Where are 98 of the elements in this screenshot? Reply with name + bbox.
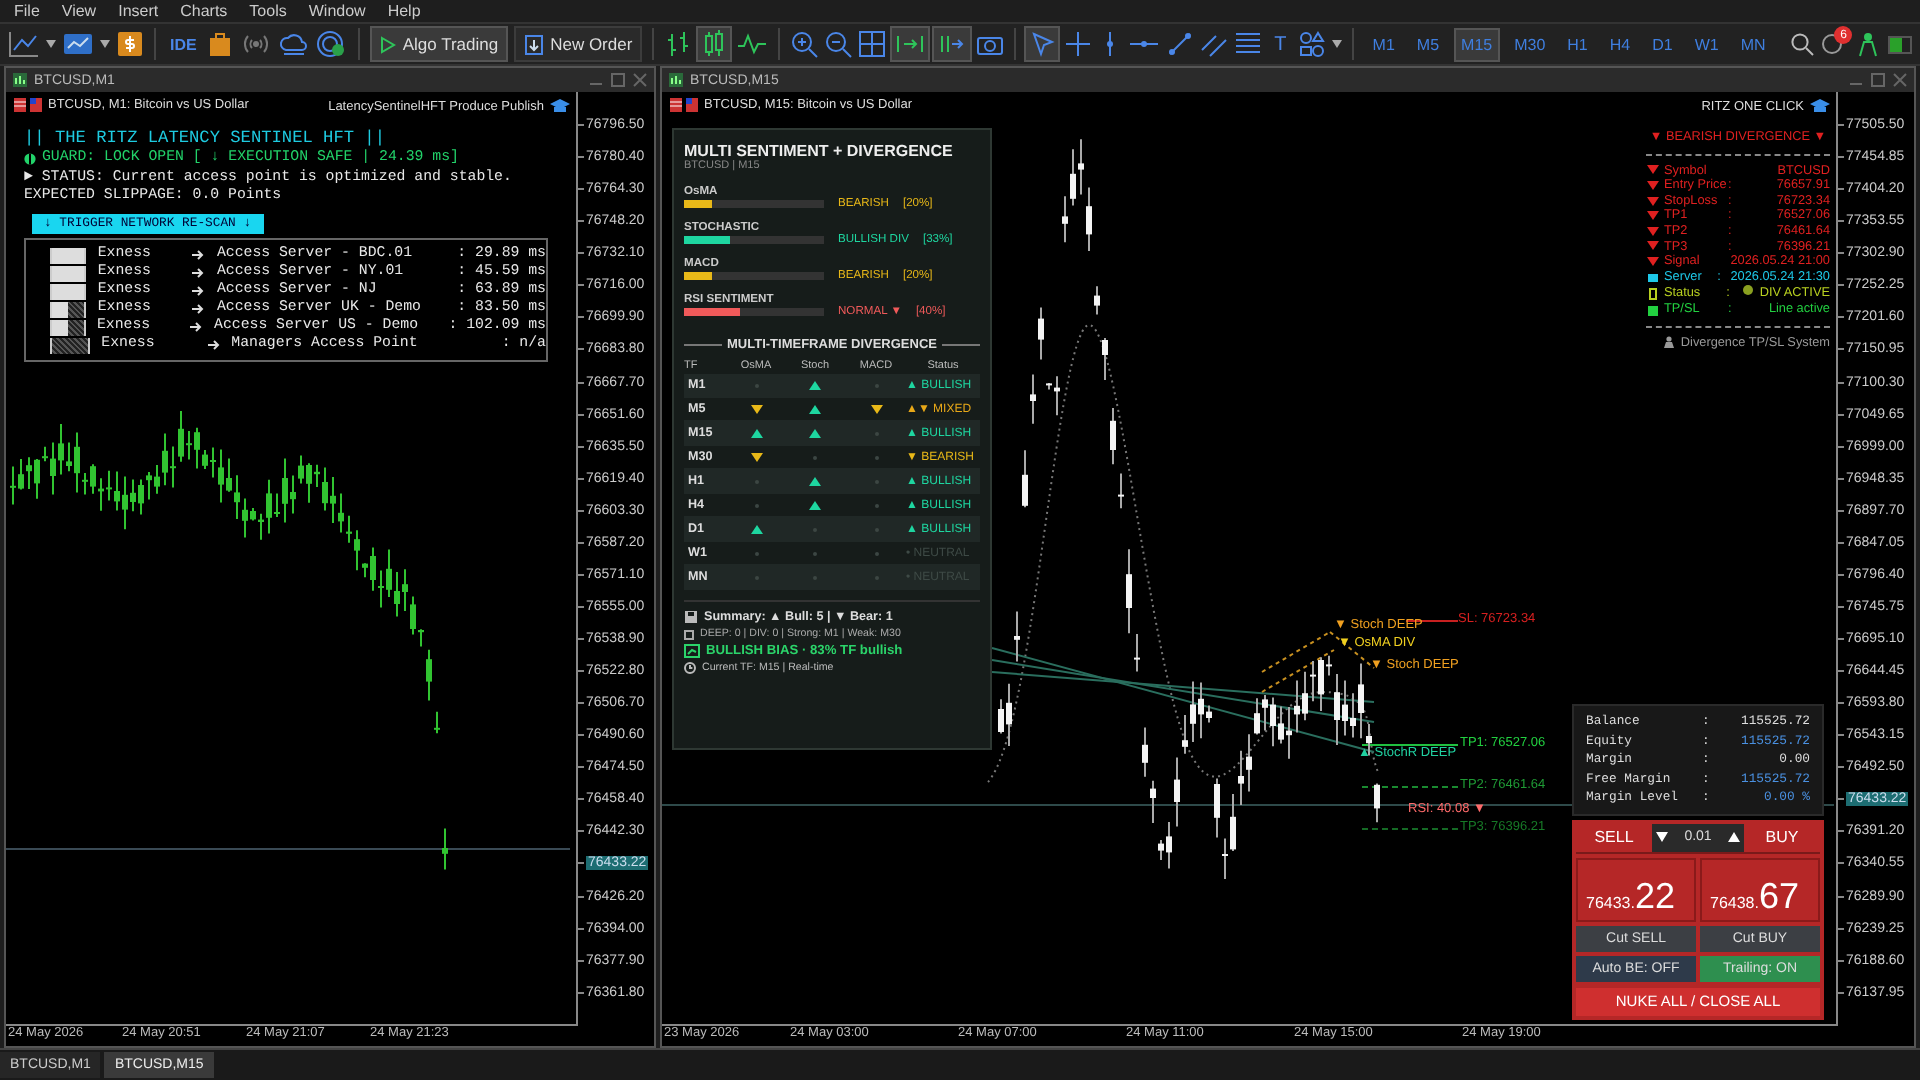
new-order-button[interactable]: New Order (514, 26, 643, 62)
arrow-icon (207, 340, 220, 351)
menu-item[interactable]: View (55, 2, 113, 20)
level-line (1361, 786, 1459, 788)
arrow-icon (192, 304, 205, 315)
candle (1094, 285, 1100, 316)
timeframe-button[interactable]: M5 (1408, 27, 1448, 61)
signal-broadcast-icon[interactable] (240, 30, 273, 58)
square-icon (684, 629, 694, 639)
chart-template-icon[interactable] (62, 30, 94, 58)
arrow-icon (190, 322, 203, 333)
lot-decrease-button[interactable] (1652, 823, 1672, 851)
row-marker-icon (1646, 303, 1660, 316)
candle (1038, 306, 1044, 361)
arrow-icon (192, 268, 205, 279)
menu-item[interactable]: Tools (243, 2, 303, 20)
menu-item[interactable]: Insert (112, 2, 175, 20)
timeframe-button[interactable]: D1 (1644, 27, 1681, 61)
chart-window-icon (12, 72, 28, 88)
bar-chart-icon[interactable] (664, 30, 693, 58)
panel-title: MULTI SENTIMENT + DIVERGENCE (684, 142, 955, 160)
channel-icon[interactable] (1200, 30, 1229, 58)
grid-icon[interactable] (858, 30, 887, 58)
save-icon (684, 610, 698, 624)
shopping-bag-icon[interactable] (206, 30, 235, 58)
auto-scroll-icon[interactable] (892, 28, 929, 60)
candle (1110, 407, 1116, 466)
ide-button[interactable]: IDE (166, 35, 201, 53)
candle (1118, 472, 1124, 510)
candle (1022, 449, 1028, 509)
fingerprint-icon[interactable] (316, 30, 349, 58)
timeframe-button[interactable]: H1 (1559, 27, 1596, 61)
arrow-icon (192, 286, 205, 297)
timeframe-button[interactable]: W1 (1686, 27, 1727, 61)
caret-icon[interactable] (1332, 40, 1343, 48)
algo-trading-button[interactable]: Algo Trading (370, 26, 509, 62)
buy-price-button[interactable]: 76438.67 (1700, 857, 1820, 921)
line-chart-icon[interactable] (8, 30, 40, 58)
clock-icon (684, 662, 696, 674)
row-marker-icon (1646, 287, 1660, 300)
candle (1374, 782, 1380, 824)
graduation-cap-icon (1810, 98, 1830, 114)
menu-item[interactable]: Window (302, 2, 382, 20)
close-icon[interactable] (632, 72, 648, 88)
dollar-icon[interactable] (116, 30, 144, 58)
crosshair-icon[interactable] (1064, 30, 1093, 58)
candle (442, 827, 448, 871)
timeframe-button[interactable]: MN (1732, 27, 1774, 61)
caret-icon[interactable] (100, 40, 110, 48)
menu-item[interactable]: Charts (174, 2, 244, 20)
maximize-icon[interactable] (610, 72, 626, 88)
symbol-flag-icon (670, 98, 698, 112)
zoom-in-icon[interactable] (790, 30, 819, 58)
menu-item[interactable]: Help (381, 2, 437, 20)
search-icon[interactable] (1790, 32, 1815, 56)
shapes-icon[interactable] (1298, 30, 1327, 58)
candle (1030, 373, 1036, 425)
candle (434, 710, 440, 735)
candlestick-icon[interactable] (698, 28, 731, 60)
cursor-icon[interactable] (1026, 28, 1059, 60)
order-icon (524, 33, 545, 55)
graduation-cap-icon (550, 98, 570, 114)
level-line (1405, 620, 1459, 622)
down-triangle-icon (1656, 832, 1668, 842)
cloud-icon[interactable] (278, 30, 311, 58)
timeframe-button[interactable]: M30 (1506, 27, 1554, 61)
level-line (1361, 744, 1459, 746)
chart-icon (684, 644, 700, 658)
row-marker-icon (1646, 271, 1660, 284)
person-icon[interactable] (1854, 30, 1883, 58)
candle (1102, 337, 1108, 381)
fibonacci-icon[interactable] (1234, 30, 1263, 58)
timeframe-button[interactable]: H4 (1601, 27, 1639, 61)
close-icon[interactable] (1892, 72, 1908, 88)
level-line (1361, 828, 1459, 830)
menu-item[interactable]: File (8, 2, 56, 20)
play-icon (380, 35, 397, 53)
connection-meter (1888, 35, 1912, 53)
lot-increase-button[interactable] (1724, 823, 1744, 851)
buy-button[interactable]: BUY (1744, 822, 1820, 852)
person-icon (1664, 336, 1675, 349)
sell-button[interactable]: SELL (1576, 822, 1652, 852)
text-tool-button[interactable]: T (1268, 33, 1293, 55)
chart-shift-icon[interactable] (934, 28, 971, 60)
symbol-flag-icon (14, 98, 42, 112)
timeframe-button[interactable]: M1 (1364, 27, 1403, 61)
sell-price-button[interactable]: 76433.22 (1576, 857, 1696, 921)
maximize-icon[interactable] (1870, 72, 1886, 88)
chart-window-icon (668, 72, 684, 88)
caret-icon[interactable] (46, 40, 56, 48)
zoom-out-icon[interactable] (824, 30, 853, 58)
candle (1014, 610, 1020, 663)
up-triangle-icon (1728, 832, 1740, 842)
line-graph-icon[interactable] (736, 30, 769, 58)
status-dot-icon (1741, 284, 1754, 297)
panel-title: || THE RITZ LATENCY SENTINEL HFT || (24, 130, 387, 149)
arrow-icon (192, 250, 205, 261)
trend-line-icon[interactable] (1166, 30, 1195, 58)
